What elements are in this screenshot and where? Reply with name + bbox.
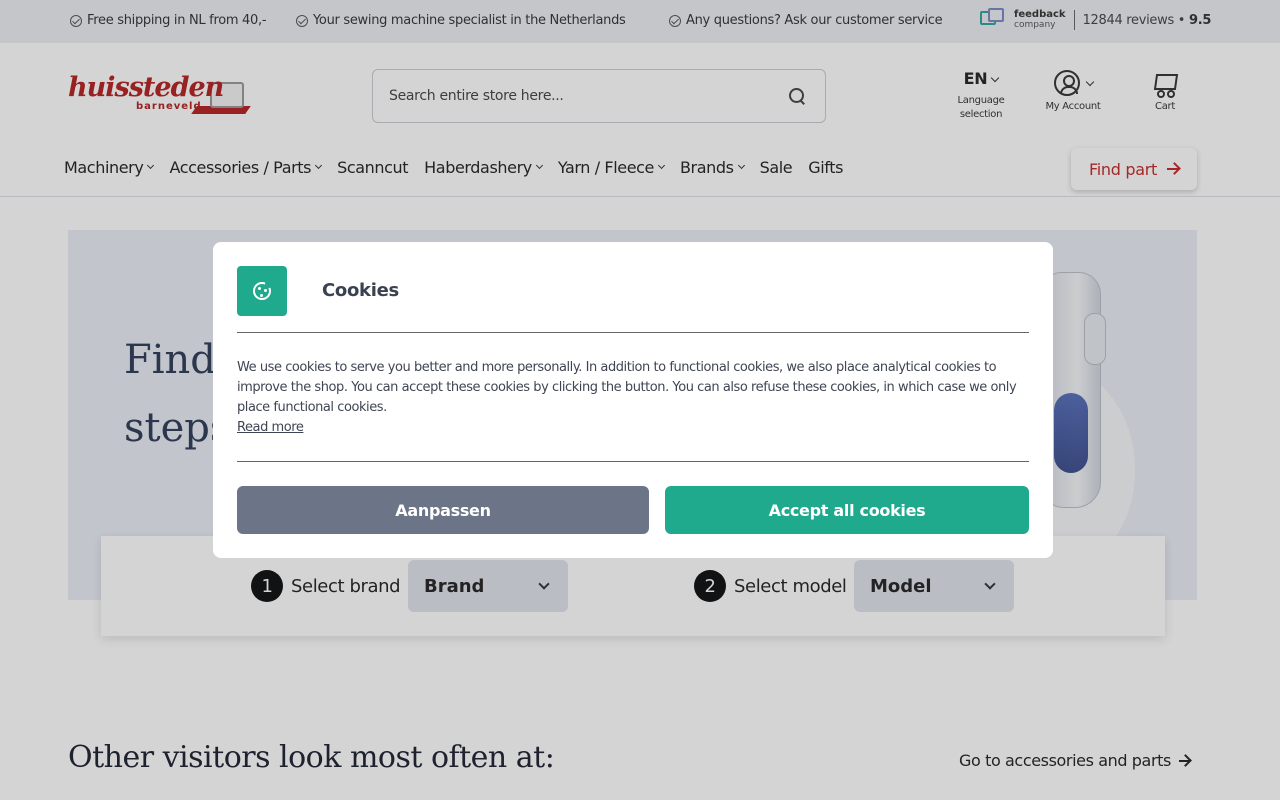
cookie-icon — [253, 280, 273, 300]
divider — [237, 332, 1029, 333]
cookie-dialog-text: We use cookies to serve you better and m… — [237, 358, 1017, 438]
cookie-dialog-title: Cookies — [322, 280, 399, 301]
cookie-consent-dialog: Cookies We use cookies to serve you bett… — [213, 242, 1053, 558]
accept-all-cookies-button[interactable]: Accept all cookies — [665, 486, 1029, 534]
divider — [237, 461, 1029, 462]
customize-cookies-button[interactable]: Aanpassen — [237, 486, 649, 534]
read-more-link[interactable]: Read more — [237, 418, 1017, 438]
cookie-badge — [237, 266, 287, 316]
